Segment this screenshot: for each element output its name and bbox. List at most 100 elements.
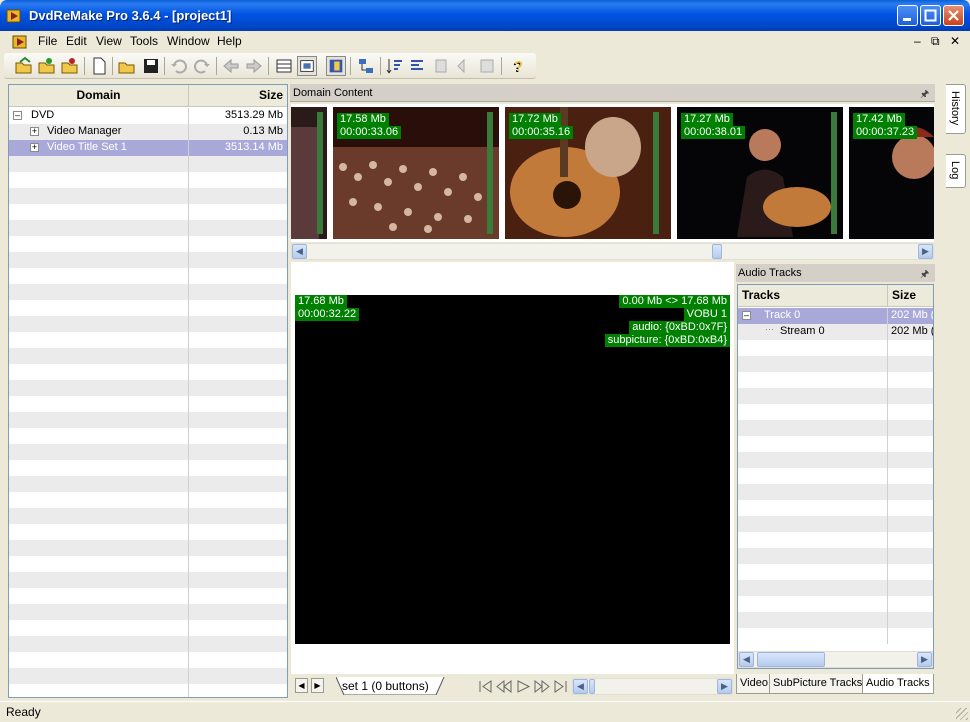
list-view-icon[interactable]	[274, 56, 294, 76]
thumbnail-size: 17.42 Mb	[853, 113, 905, 126]
pin-icon[interactable]: 🖈	[920, 267, 929, 284]
fast-forward-icon[interactable]	[534, 679, 550, 694]
menu-tools[interactable]: Tools	[130, 34, 158, 48]
audio-tracks-grid[interactable]: Tracks Size – Track 0 202 Mb ( ⋯ Stream …	[737, 284, 934, 669]
scroll-thumb[interactable]	[757, 652, 825, 667]
align-icon[interactable]	[408, 56, 428, 76]
menu-edit[interactable]: Edit	[66, 34, 87, 48]
thumbnail-size: 17.58 Mb	[337, 113, 389, 126]
scroll-right-icon[interactable]: ▶	[918, 244, 933, 259]
menu-file[interactable]: File	[38, 34, 57, 48]
tree-row-video-manager[interactable]: + Video Manager 0.13 Mb	[9, 124, 287, 140]
scroll-left-icon[interactable]: ◀	[292, 244, 307, 259]
last-frame-icon[interactable]	[553, 679, 569, 694]
set-tab-label: set 1 (0 buttons)	[342, 679, 429, 693]
mdi-minimize-icon[interactable]: –	[914, 34, 921, 48]
expand-icon[interactable]: +	[30, 127, 39, 136]
maximize-button[interactable]	[920, 5, 941, 26]
scroll-thumb[interactable]	[589, 679, 595, 694]
title-bar[interactable]: DvdReMake Pro 3.6.4 - [project1]	[0, 0, 970, 31]
open-folder-green-icon[interactable]	[37, 56, 57, 76]
disabled-tool-3-icon[interactable]	[477, 56, 497, 76]
scroll-thumb[interactable]	[712, 244, 722, 259]
scroll-right-icon[interactable]: ▶	[917, 652, 932, 667]
forward-icon[interactable]	[244, 56, 264, 76]
thumbnail-1[interactable]: 17.58 Mb 00:00:33.06	[333, 107, 499, 239]
dock-tab-log[interactable]: Log	[946, 154, 966, 188]
tree-structure-icon[interactable]	[356, 56, 376, 76]
tree-empty-row	[9, 172, 287, 188]
scroll-left-icon[interactable]: ◀	[573, 679, 588, 694]
thumbnail-3[interactable]: 17.27 Mb 00:00:38.01	[677, 107, 843, 239]
new-file-icon[interactable]	[89, 56, 109, 76]
mdi-restore-icon[interactable]: ⧉	[931, 34, 940, 49]
open-project-icon[interactable]	[117, 56, 137, 76]
domain-tree[interactable]: Domain Size – DVD 3513.29 Mb + Video Man…	[8, 84, 288, 698]
back-icon[interactable]	[221, 56, 241, 76]
close-button[interactable]	[943, 5, 964, 26]
tree-row-video-title-set-1[interactable]: + Video Title Set 1 3513.14 Mb	[9, 140, 287, 156]
rewind-icon[interactable]	[496, 679, 512, 694]
grid-view-icon[interactable]	[297, 56, 317, 76]
audio-track-row[interactable]: – Track 0 202 Mb (	[738, 308, 933, 324]
minimize-button[interactable]	[897, 5, 918, 26]
preview-icon[interactable]	[326, 56, 346, 76]
preview-time: 00:00:32.22	[295, 308, 360, 321]
mdi-close-icon[interactable]: ✕	[950, 34, 960, 48]
thumbnail-scrollbar[interactable]: ◀ ▶	[291, 243, 934, 260]
column-domain[interactable]: Domain	[9, 85, 189, 106]
audio-empty-row	[738, 388, 933, 404]
toolbar-separator	[350, 57, 351, 75]
tab-prev-icon[interactable]: ◀	[295, 678, 308, 693]
thumbnail-time: 00:00:33.06	[337, 126, 402, 139]
document-icon[interactable]	[12, 33, 29, 50]
sort-icon[interactable]	[385, 56, 405, 76]
menu-help[interactable]: Help	[217, 34, 242, 48]
audio-tracks-column-header: Tracks Size	[738, 285, 933, 307]
redo-icon[interactable]	[192, 56, 212, 76]
thumbnail-0[interactable]	[291, 107, 327, 239]
play-icon[interactable]	[515, 679, 531, 694]
audio-tracks-scrollbar[interactable]: ◀ ▶	[738, 651, 933, 668]
toolbar-separator	[84, 57, 85, 75]
scroll-left-icon[interactable]: ◀	[739, 652, 754, 667]
undo-icon[interactable]	[169, 56, 189, 76]
tab-video[interactable]: Video	[736, 674, 772, 694]
column-size[interactable]: Size	[889, 285, 933, 306]
save-icon[interactable]	[141, 56, 161, 76]
column-tracks[interactable]: Tracks	[738, 285, 888, 306]
column-size[interactable]: Size	[190, 85, 287, 106]
dock-tab-history[interactable]: History	[946, 84, 966, 134]
pin-icon[interactable]: 🖈	[920, 87, 929, 104]
toolbar-separator	[164, 57, 165, 75]
disabled-tool-2-icon[interactable]	[454, 56, 474, 76]
video-preview[interactable]: 17.68 Mb 00:00:32.22 0.00 Mb <> 17.68 Mb…	[295, 295, 730, 644]
tree-row-dvd[interactable]: – DVD 3513.29 Mb	[9, 108, 287, 124]
collapse-icon[interactable]: –	[13, 111, 22, 120]
help-icon[interactable]: ??	[507, 56, 527, 76]
audio-stream-row[interactable]: ⋯ Stream 0 202 Mb (	[738, 324, 933, 340]
thumbnail-4[interactable]: 17.42 Mb 00:00:37.23	[849, 107, 934, 239]
tab-next-icon[interactable]: ▶	[311, 678, 324, 693]
toolbar-separator	[268, 57, 269, 75]
tab-subpicture-tracks[interactable]: SubPicture Tracks	[769, 674, 867, 694]
first-frame-icon[interactable]	[477, 679, 493, 694]
open-folder-red-icon[interactable]	[60, 56, 80, 76]
thumbnail-strip[interactable]: 17.58 Mb 00:00:33.06 17.72 Mb 00:00:35.1…	[291, 104, 934, 242]
open-dvd-icon[interactable]	[14, 56, 34, 76]
expand-icon[interactable]: +	[30, 143, 39, 152]
preview-scrollbar[interactable]: ◀ ▶	[572, 678, 733, 695]
disabled-tool-1-icon[interactable]	[431, 56, 451, 76]
audio-empty-row	[738, 420, 933, 436]
menu-view[interactable]: View	[96, 34, 122, 48]
tree-empty-row	[9, 572, 287, 588]
scroll-right-icon[interactable]: ▶	[717, 679, 732, 694]
audio-empty-row	[738, 628, 933, 644]
tab-audio-tracks[interactable]: Audio Tracks	[862, 674, 934, 694]
collapse-icon[interactable]: –	[742, 311, 751, 320]
status-text: Ready	[6, 705, 41, 719]
maximize-icon	[924, 9, 937, 22]
thumbnail-2[interactable]: 17.72 Mb 00:00:35.16	[505, 107, 671, 239]
menu-window[interactable]: Window	[167, 34, 210, 48]
resize-grip-icon[interactable]	[956, 708, 968, 720]
